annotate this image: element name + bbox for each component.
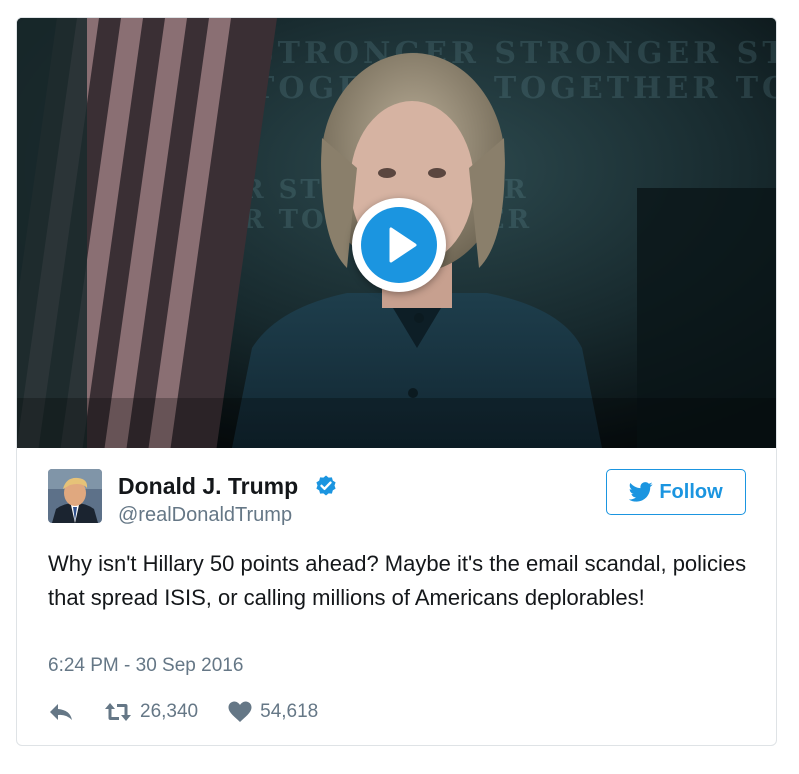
- twitter-bird-icon: [629, 482, 653, 502]
- profile-photo-image: [48, 469, 102, 523]
- svg-text:TOGETHER TOGETHER TO: TOGETHER TOGETHER TO: [252, 71, 777, 106]
- reply-icon: [50, 704, 72, 720]
- reply-button[interactable]: [48, 701, 74, 723]
- play-button[interactable]: [352, 198, 446, 292]
- like-button[interactable]: 54,618: [228, 701, 318, 723]
- tweet-card: STRONGER STRONGER ST TOGETHER TOGETHER T…: [16, 17, 777, 746]
- follow-label: Follow: [659, 480, 723, 503]
- like-count: 54,618: [260, 701, 319, 722]
- play-icon: [361, 207, 437, 283]
- avatar[interactable]: [48, 469, 102, 523]
- video-thumbnail[interactable]: STRONGER STRONGER ST TOGETHER TOGETHER T…: [17, 18, 777, 448]
- author-name[interactable]: Donald J. Trump: [118, 473, 298, 500]
- retweet-icon: [105, 703, 131, 721]
- retweet-button[interactable]: 26,340: [104, 701, 198, 723]
- retweet-count: 26,340: [140, 701, 199, 722]
- heart-icon: [228, 701, 252, 722]
- tweet-actions: 26,340 54,618: [48, 698, 318, 726]
- tweet-timestamp[interactable]: 6:24 PM - 30 Sep 2016: [48, 655, 243, 677]
- verified-badge-icon: [316, 475, 336, 496]
- author-handle[interactable]: @realDonaldTrump: [118, 504, 292, 527]
- follow-button[interactable]: Follow: [606, 469, 746, 515]
- svg-text:STRONGER STRONGER ST: STRONGER STRONGER ST: [252, 36, 777, 71]
- tweet-text: Why isn't Hillary 50 points ahead? Maybe…: [48, 551, 747, 610]
